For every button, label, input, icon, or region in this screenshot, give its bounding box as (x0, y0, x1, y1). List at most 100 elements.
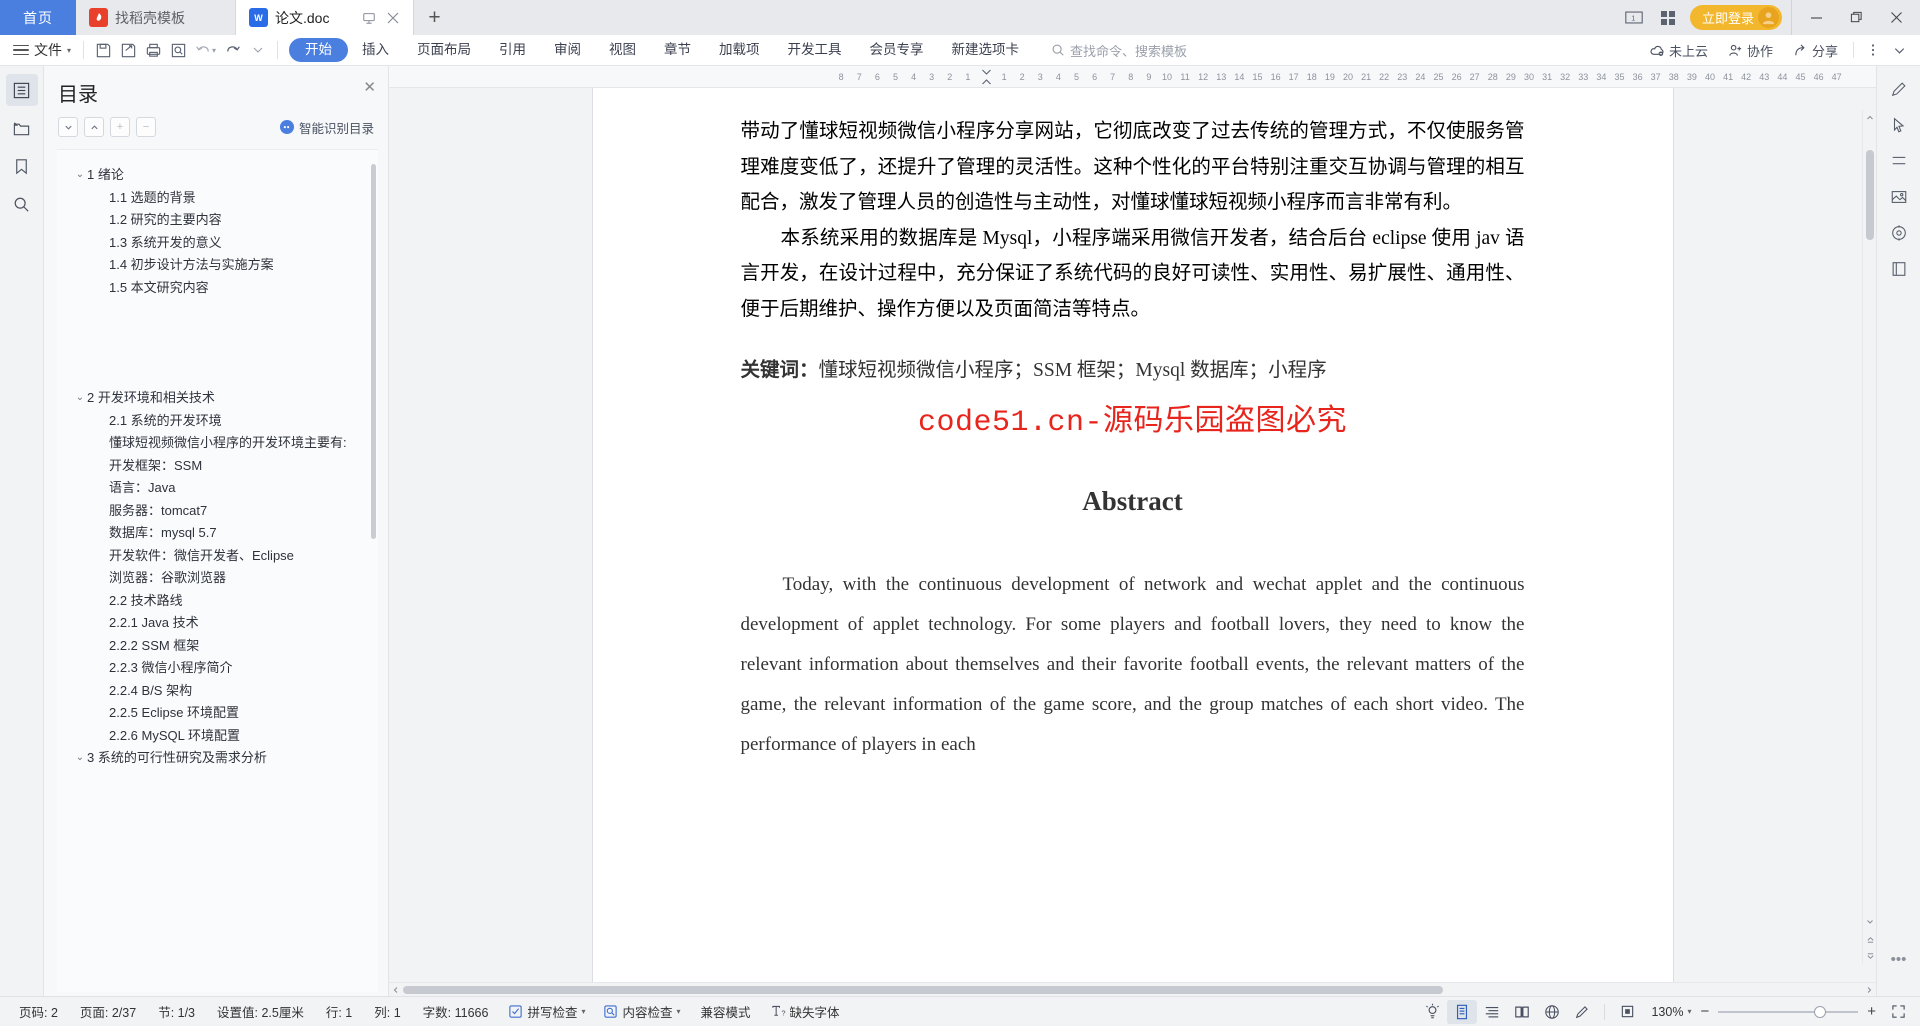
status-word-count[interactable]: 字数: 11666 (412, 1002, 500, 1021)
outline-item[interactable]: 数据库：mysql 5.7 (61, 522, 374, 545)
vertical-scroll-thumb[interactable] (1866, 150, 1874, 240)
outline-item[interactable]: 2.2.5 Eclipse 环境配置 (61, 702, 374, 725)
outline-item[interactable]: 1.3 系统开发的意义 (61, 232, 374, 255)
paragraph-1[interactable]: 带动了懂球短视频微信小程序分享网站，它彻底改变了过去传统的管理方式，不仅使服务管… (741, 114, 1525, 221)
ribbon-tab-view[interactable]: 视图 (595, 38, 650, 62)
pen-icon[interactable] (1885, 76, 1913, 102)
present-icon[interactable] (362, 11, 376, 25)
next-page-icon[interactable] (1863, 948, 1876, 964)
ribbon-tab-start[interactable]: 开始 (289, 38, 349, 62)
horizontal-ruler[interactable]: 8 7 6 5 4 3 2 1 1 2 3 4 5 6 7 8 9 10 11 12 13 14 15 16 17 18 19 20 2… (389, 66, 1876, 88)
minus-icon[interactable]: − (136, 117, 156, 137)
content-check-button[interactable]: 内容检查 ▾ (594, 1002, 689, 1021)
close-tab-icon[interactable] (387, 12, 399, 24)
expand-down-icon[interactable] (58, 117, 78, 137)
rail-button-outline[interactable] (5, 74, 38, 106)
print-preview-icon[interactable] (166, 38, 191, 63)
file-menu-button[interactable]: 文件 ▾ (8, 40, 76, 60)
minimize-button[interactable] (1796, 0, 1836, 35)
ribbon-tab-member[interactable]: 会员专享 (856, 38, 938, 62)
collaborate-button[interactable]: 协作 (1719, 41, 1782, 60)
outline-item[interactable]: 开发软件：微信开发者、Eclipse (61, 545, 374, 568)
shapes-icon[interactable] (1885, 148, 1913, 174)
status-setting-value[interactable]: 设置值: 2.5厘米 (206, 1002, 315, 1021)
cloud-status-button[interactable]: 未上云 (1641, 41, 1717, 60)
status-section[interactable]: 节: 1/3 (147, 1002, 206, 1021)
scroll-right-icon[interactable] (1862, 983, 1876, 997)
print-icon[interactable] (141, 38, 166, 63)
document-vertical-scrollbar[interactable] (1862, 110, 1876, 964)
document-horizontal-scrollbar[interactable] (389, 982, 1876, 996)
outline-item[interactable]: ⌄ 2 开发环境和相关技术 (61, 387, 374, 410)
scroll-left-icon[interactable] (389, 983, 403, 997)
outline-item[interactable]: 1.1 选题的背景 (61, 187, 374, 210)
horizontal-scroll-thumb[interactable] (403, 986, 1443, 994)
scroll-down-icon[interactable] (1863, 914, 1876, 930)
more-options-icon[interactable] (1860, 38, 1885, 63)
zoom-in-button[interactable]: + (1867, 1003, 1876, 1020)
outline-item[interactable]: 2.2.2 SSM 框架 (61, 635, 374, 658)
ink-highlight-icon[interactable] (1567, 1000, 1597, 1024)
outline-item[interactable]: 浏览器：谷歌浏览器 (61, 567, 374, 590)
chevron-down-icon[interactable]: ⌄ (73, 747, 87, 770)
focus-mode-icon[interactable] (1417, 1000, 1447, 1024)
scroll-up-icon[interactable] (1863, 110, 1876, 126)
status-row[interactable]: 行: 1 (315, 1002, 363, 1021)
close-outline-icon[interactable]: ✕ (363, 78, 376, 96)
zoom-knob[interactable] (1814, 1005, 1827, 1018)
rail-button-search[interactable] (6, 188, 38, 220)
redo-icon[interactable] (220, 38, 245, 63)
customize-quick-access-icon[interactable] (245, 38, 270, 63)
keywords-line[interactable]: 关键词：懂球短视频微信小程序；SSM 框架；Mysql 数据库；小程序 (741, 353, 1525, 389)
outline-item[interactable]: ⌄ 3 系统的可行性研究及需求分析 (61, 747, 374, 770)
collapse-up-icon[interactable] (84, 117, 104, 137)
chevron-down-icon[interactable]: ⌄ (73, 387, 87, 410)
reading-layout-icon[interactable] (1507, 1000, 1537, 1024)
new-tab-button[interactable]: + (414, 0, 455, 35)
grid-view-icon[interactable] (1651, 0, 1685, 35)
document-page[interactable]: 带动了懂球短视频微信小程序分享网站，它彻底改变了过去传统的管理方式，不仅使服务管… (592, 88, 1673, 982)
outline-item[interactable]: ⌄ 1 绪论 (61, 164, 374, 187)
outline-item[interactable]: 语言：Java (61, 477, 374, 500)
status-col[interactable]: 列: 1 (363, 1002, 411, 1021)
zoom-level-button[interactable]: 130% ▾ (1642, 1005, 1700, 1019)
missing-font-button[interactable]: ? 缺失字体 (762, 1002, 849, 1021)
outline-item[interactable]: 服务器：tomcat7 (61, 500, 374, 523)
ribbon-tab-insert[interactable]: 插入 (348, 38, 403, 62)
ribbon-tab-developer[interactable]: 开发工具 (774, 38, 856, 62)
ribbon-tab-references[interactable]: 引用 (485, 38, 540, 62)
outline-item[interactable]: 2.2.1 Java 技术 (61, 612, 374, 635)
ribbon-tab-section[interactable]: 章节 (650, 38, 705, 62)
command-search[interactable]: 查找命令、搜索模板 (1051, 41, 1187, 60)
indent-marker-icon[interactable] (981, 68, 992, 86)
login-button[interactable]: 立即登录 (1689, 5, 1782, 30)
outline-item[interactable]: 2.2 技术路线 (61, 590, 374, 613)
web-layout-icon[interactable] (1537, 1000, 1567, 1024)
smart-toc-button[interactable]: 智能识别目录 (279, 118, 374, 137)
outline-view-icon[interactable] (1477, 1000, 1507, 1024)
rail-button-files[interactable] (6, 112, 38, 144)
abstract-heading[interactable]: Abstract (741, 486, 1525, 517)
page-icon[interactable] (1885, 256, 1913, 282)
fit-page-icon[interactable] (1612, 1000, 1642, 1024)
save-icon[interactable] (91, 38, 116, 63)
spell-check-button[interactable]: 拼写检查 ▾ (499, 1002, 594, 1021)
ribbon-tab-review[interactable]: 审阅 (540, 38, 595, 62)
ribbon-tab-new[interactable]: 新建选项卡 (938, 38, 1034, 62)
print-layout-view-icon[interactable] (1447, 999, 1478, 1024)
ribbon-tab-addins[interactable]: 加载项 (705, 38, 774, 62)
share-button[interactable]: 分享 (1784, 41, 1847, 60)
tab-document[interactable]: W 论文.doc (236, 0, 415, 35)
outline-item[interactable]: 2.2.6 MySQL 环境配置 (61, 725, 374, 748)
rail-button-bookmark[interactable] (6, 150, 38, 182)
home-tab[interactable]: 首页 (0, 0, 76, 35)
undo-dropdown-icon[interactable]: ▾ (212, 46, 216, 55)
collapse-ribbon-icon[interactable] (1887, 38, 1912, 63)
save-as-icon[interactable] (116, 38, 141, 63)
fullscreen-icon[interactable] (1891, 1004, 1906, 1019)
outline-item[interactable]: 1.4 初步设计方法与实施方案 (61, 254, 374, 277)
outline-item[interactable]: 1.2 研究的主要内容 (61, 209, 374, 232)
close-window-button[interactable] (1876, 0, 1916, 35)
outline-item[interactable]: 1.5 本文研究内容 (61, 277, 374, 300)
plus-icon[interactable]: + (110, 117, 130, 137)
